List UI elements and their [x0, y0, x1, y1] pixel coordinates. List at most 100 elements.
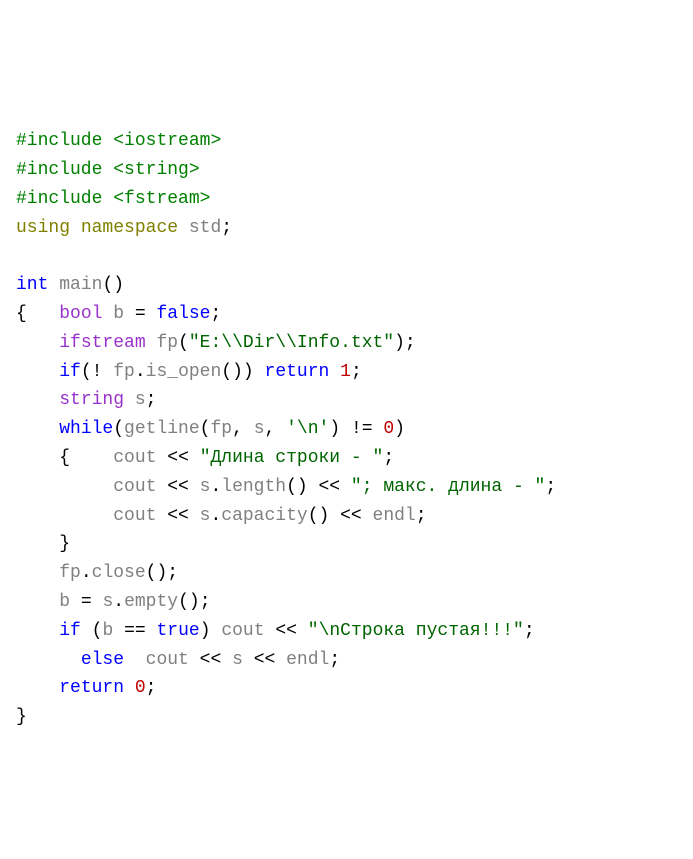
- punct-lparen: (: [178, 333, 189, 353]
- char-literal-nl: '\n': [286, 419, 329, 439]
- op-eqeq: ==: [113, 621, 156, 641]
- preproc-include: #include: [16, 189, 102, 209]
- punct-dot: .: [135, 362, 146, 382]
- cout-ident: cout: [113, 477, 156, 497]
- punct-comma: ,: [265, 419, 287, 439]
- fp-ident: fp: [59, 563, 81, 583]
- op-stream: <<: [156, 448, 199, 468]
- string-literal-path: "E:\\Dir\\Info.txt": [189, 333, 394, 353]
- string-literal-dlina: "Длина строки - ": [200, 448, 384, 468]
- punct-dot: .: [113, 592, 124, 612]
- s-ident: s: [135, 390, 146, 410]
- op-not: !: [92, 362, 114, 382]
- close-ident: close: [92, 563, 146, 583]
- header-string: <string>: [113, 160, 199, 180]
- punct-rparen: ): [394, 419, 405, 439]
- preproc-include: #include: [16, 160, 102, 180]
- capacity-ident: capacity: [221, 506, 307, 526]
- punct-parens: (): [221, 362, 243, 382]
- cout-ident: cout: [221, 621, 264, 641]
- cout-ident: cout: [113, 448, 156, 468]
- op-stream: <<: [265, 621, 308, 641]
- punct-rparen: ): [329, 419, 340, 439]
- int-kw: int: [16, 275, 48, 295]
- punct-dot: .: [210, 477, 221, 497]
- fp-ident: fp: [210, 419, 232, 439]
- op-stream: <<: [156, 506, 199, 526]
- punct-semi: ;: [221, 218, 232, 238]
- endl-ident: endl: [373, 506, 416, 526]
- punct-rbrace: }: [59, 534, 70, 554]
- punct-semi: ;: [405, 333, 416, 353]
- op-eq: =: [124, 304, 156, 324]
- punct-semi: ;: [383, 448, 394, 468]
- true-kw: true: [156, 621, 199, 641]
- if-kw: if: [59, 621, 81, 641]
- op-eq: =: [70, 592, 102, 612]
- punct-semi: ;: [351, 362, 362, 382]
- endl-ident: endl: [286, 650, 329, 670]
- cout-ident: cout: [113, 506, 156, 526]
- punct-semi: ;: [146, 678, 157, 698]
- cout-ident: cout: [146, 650, 189, 670]
- return-kw: return: [59, 678, 124, 698]
- punct-lbrace: {: [59, 448, 70, 468]
- punct-semi: ;: [200, 592, 211, 612]
- else-kw: else: [81, 650, 124, 670]
- punct-dot: .: [81, 563, 92, 583]
- punct-rparen: ): [200, 621, 211, 641]
- punct-lparen: (: [81, 362, 92, 382]
- punct-lparen: (: [200, 419, 211, 439]
- punct-comma: ,: [232, 419, 254, 439]
- punct-semi: ;: [167, 563, 178, 583]
- punct-parens: (): [178, 592, 200, 612]
- string-literal-maks: "; макс. длина - ": [351, 477, 545, 497]
- punct-rparen: ): [394, 333, 405, 353]
- punct-semi: ;: [545, 477, 556, 497]
- if-kw: if: [59, 362, 81, 382]
- punct-parens: (): [308, 506, 330, 526]
- namespace-kw: namespace: [81, 218, 178, 238]
- s-ident: s: [254, 419, 265, 439]
- num-one: 1: [340, 362, 351, 382]
- s-ident: s: [232, 650, 243, 670]
- op-stream: <<: [156, 477, 199, 497]
- length-ident: length: [221, 477, 286, 497]
- s-ident: s: [200, 477, 211, 497]
- op-ne: !=: [340, 419, 383, 439]
- punct-rbrace: }: [16, 707, 27, 727]
- punct-semi: ;: [524, 621, 535, 641]
- code-block: #include <iostream> #include <string> #i…: [16, 131, 556, 727]
- num-zero: 0: [135, 678, 146, 698]
- punct-semi: ;: [416, 506, 427, 526]
- b-ident: b: [113, 304, 124, 324]
- header-iostream: <iostream>: [113, 131, 221, 151]
- punct-parens: (): [102, 275, 124, 295]
- main-ident: main: [59, 275, 102, 295]
- bool-kw: bool: [59, 304, 102, 324]
- fp-ident: fp: [156, 333, 178, 353]
- b-ident: b: [59, 592, 70, 612]
- using-kw: using: [16, 218, 70, 238]
- punct-rparen: ): [243, 362, 254, 382]
- num-zero: 0: [383, 419, 394, 439]
- punct-parens: (): [146, 563, 168, 583]
- op-stream: <<: [329, 506, 372, 526]
- punct-lparen: (: [92, 621, 103, 641]
- return-kw: return: [265, 362, 330, 382]
- string-literal-empty: "\nСтрока пустая!!!": [308, 621, 524, 641]
- std-ident: std: [189, 218, 221, 238]
- header-fstream: <fstream>: [113, 189, 210, 209]
- b-ident: b: [102, 621, 113, 641]
- s-ident: s: [200, 506, 211, 526]
- punct-semi: ;: [210, 304, 221, 324]
- punct-dot: .: [210, 506, 221, 526]
- false-kw: false: [156, 304, 210, 324]
- punct-lbrace: {: [16, 304, 27, 324]
- s-ident: s: [102, 592, 113, 612]
- empty-ident: empty: [124, 592, 178, 612]
- punct-semi: ;: [329, 650, 340, 670]
- preproc-include: #include: [16, 131, 102, 151]
- getline-ident: getline: [124, 419, 200, 439]
- op-stream: <<: [243, 650, 286, 670]
